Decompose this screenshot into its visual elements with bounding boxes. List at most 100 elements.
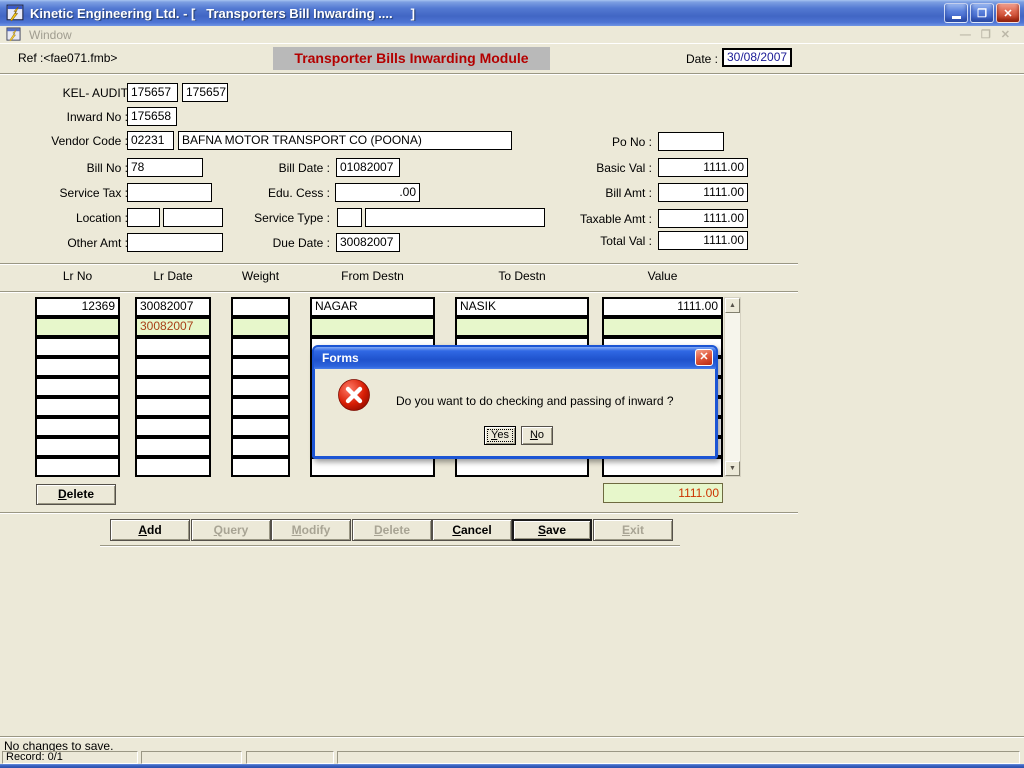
cell-from-destn[interactable]	[310, 317, 435, 337]
yes-button[interactable]: Yes	[484, 426, 516, 445]
po-no-field[interactable]	[658, 132, 724, 151]
grid-scrollbar[interactable]: ▲ ▼	[724, 297, 741, 477]
col-header-from-destn: From Destn	[310, 269, 435, 283]
location-field-2[interactable]	[163, 208, 223, 227]
minimize-icon	[952, 16, 961, 19]
cell-lr-date[interactable]	[135, 397, 211, 417]
cell-lr-no[interactable]	[35, 317, 120, 337]
bill-date-field[interactable]: 01082007	[336, 158, 400, 177]
cell-from-destn[interactable]	[310, 457, 435, 477]
kel-audit-field-2[interactable]: 175657	[182, 83, 228, 102]
location-label: Location :	[20, 211, 128, 225]
cell-to-destn[interactable]	[455, 317, 589, 337]
menu-window[interactable]: Window	[29, 28, 72, 42]
edu-cess-field[interactable]: .00	[335, 183, 420, 202]
mdi-restore-icon: ❐	[981, 28, 991, 42]
cell-weight[interactable]	[231, 397, 290, 417]
cell-lr-date[interactable]	[135, 377, 211, 397]
kel-audit-label: KEL- AUDIT	[20, 86, 128, 100]
basic-val-field[interactable]: 1111.00	[658, 158, 748, 177]
separator	[0, 73, 1024, 75]
service-tax-field[interactable]	[127, 183, 212, 202]
table-row: 12369 30082007 NAGAR NASIK 1111.00	[0, 297, 800, 317]
cell-weight[interactable]	[231, 377, 290, 397]
location-field-1[interactable]	[127, 208, 160, 227]
cell-lr-no[interactable]: 12369	[35, 297, 120, 317]
cell-lr-no[interactable]	[35, 337, 120, 357]
cell-to-destn[interactable]: NASIK	[455, 297, 589, 317]
po-no-label: Po No :	[560, 135, 652, 149]
cell-lr-date[interactable]: 30082007	[135, 317, 211, 337]
due-date-field[interactable]: 30082007	[336, 233, 400, 252]
cell-value[interactable]	[602, 317, 723, 337]
status-record-panel: Record: 0/1	[2, 751, 138, 764]
add-button[interactable]: Add	[110, 519, 190, 541]
bill-no-field[interactable]: 78	[127, 158, 203, 177]
cell-weight[interactable]	[231, 417, 290, 437]
cell-lr-no[interactable]	[35, 357, 120, 377]
service-tax-label: Service Tax :	[20, 186, 128, 200]
restore-icon: ❐	[977, 7, 987, 20]
other-amt-field[interactable]	[127, 233, 223, 252]
cell-weight[interactable]	[231, 437, 290, 457]
grid-total-field: 1111.00	[603, 483, 723, 503]
cell-lr-no[interactable]	[35, 437, 120, 457]
restore-button[interactable]: ❐	[970, 3, 994, 23]
close-icon: ✕	[1003, 7, 1012, 20]
no-button[interactable]: No	[521, 426, 553, 445]
application-window: Kinetic Engineering Ltd. - [ Transporter…	[0, 0, 1024, 768]
dialog-titlebar[interactable]: Forms ✕	[314, 347, 716, 369]
mdi-child-icon	[6, 27, 21, 42]
due-date-label: Due Date :	[230, 236, 330, 250]
row-delete-button[interactable]: Delete	[36, 484, 116, 505]
cell-lr-date[interactable]	[135, 337, 211, 357]
cancel-button[interactable]: Cancel	[432, 519, 512, 541]
cell-to-destn[interactable]	[455, 457, 589, 477]
separator	[0, 736, 1024, 738]
cell-lr-no[interactable]	[35, 417, 120, 437]
table-row	[0, 457, 800, 477]
query-button: Query	[191, 519, 271, 541]
cell-value[interactable]	[602, 457, 723, 477]
service-type-code-field[interactable]	[337, 208, 362, 227]
taxable-amt-field[interactable]: 1111.00	[658, 209, 748, 228]
scroll-up-button[interactable]: ▲	[725, 298, 740, 313]
arrow-up-icon: ▲	[729, 302, 736, 309]
close-button[interactable]: ✕	[996, 3, 1020, 23]
cell-lr-date[interactable]	[135, 437, 211, 457]
cell-weight[interactable]	[231, 357, 290, 377]
cell-lr-date[interactable]	[135, 357, 211, 377]
bill-date-label: Bill Date :	[230, 161, 330, 175]
date-field[interactable]: 30/08/2007	[722, 48, 792, 67]
inward-no-field[interactable]: 175658	[127, 107, 177, 126]
cell-weight[interactable]	[231, 297, 290, 317]
cell-lr-date[interactable]	[135, 457, 211, 477]
status-panel	[141, 751, 242, 764]
window-titlebar[interactable]: Kinetic Engineering Ltd. - [ Transporter…	[0, 0, 1024, 26]
bill-amt-field[interactable]: 1111.00	[658, 183, 748, 202]
arrow-down-icon: ▼	[729, 465, 736, 472]
cell-from-destn[interactable]: NAGAR	[310, 297, 435, 317]
cell-lr-date[interactable]	[135, 417, 211, 437]
total-val-field[interactable]: 1111.00	[658, 231, 748, 250]
cell-weight[interactable]	[231, 317, 290, 337]
vendor-code-field[interactable]: 02231	[127, 131, 174, 150]
cell-lr-no[interactable]	[35, 377, 120, 397]
scroll-down-button[interactable]: ▼	[725, 461, 740, 476]
window-title: Kinetic Engineering Ltd. - [ Transporter…	[30, 6, 944, 21]
save-button[interactable]: Save	[512, 519, 592, 541]
dialog-close-button[interactable]: ✕	[695, 349, 713, 366]
cell-value[interactable]: 1111.00	[602, 297, 723, 317]
vendor-name-field[interactable]: BAFNA MOTOR TRANSPORT CO (POONA)	[178, 131, 512, 150]
cell-lr-no[interactable]	[35, 397, 120, 417]
service-type-label: Service Type :	[230, 211, 330, 225]
cell-weight[interactable]	[231, 457, 290, 477]
cell-lr-no[interactable]	[35, 457, 120, 477]
forms-alert-dialog: Forms ✕ Do you want to do checking and p…	[312, 345, 718, 459]
kel-audit-field-1[interactable]: 175657	[127, 83, 178, 102]
cell-lr-date[interactable]: 30082007	[135, 297, 211, 317]
cell-weight[interactable]	[231, 337, 290, 357]
service-type-name-field[interactable]	[365, 208, 545, 227]
minimize-button[interactable]	[944, 3, 968, 23]
form-ref: Ref :<fae071.fmb>	[18, 51, 117, 65]
